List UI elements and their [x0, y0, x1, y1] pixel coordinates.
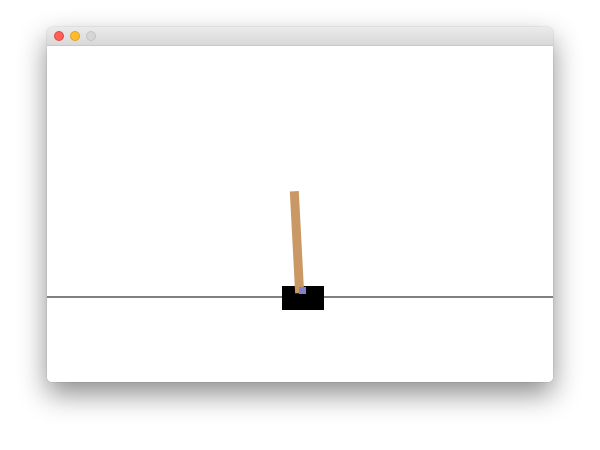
minimize-window-button[interactable] — [70, 31, 80, 41]
cartpole-scene — [47, 46, 553, 382]
window-titlebar[interactable] — [47, 27, 553, 46]
zoom-window-button[interactable] — [86, 31, 96, 41]
game-window — [47, 27, 553, 382]
cartpole-canvas — [47, 46, 553, 382]
axle — [299, 287, 306, 294]
close-window-button[interactable] — [54, 31, 64, 41]
scene-background — [47, 46, 553, 382]
